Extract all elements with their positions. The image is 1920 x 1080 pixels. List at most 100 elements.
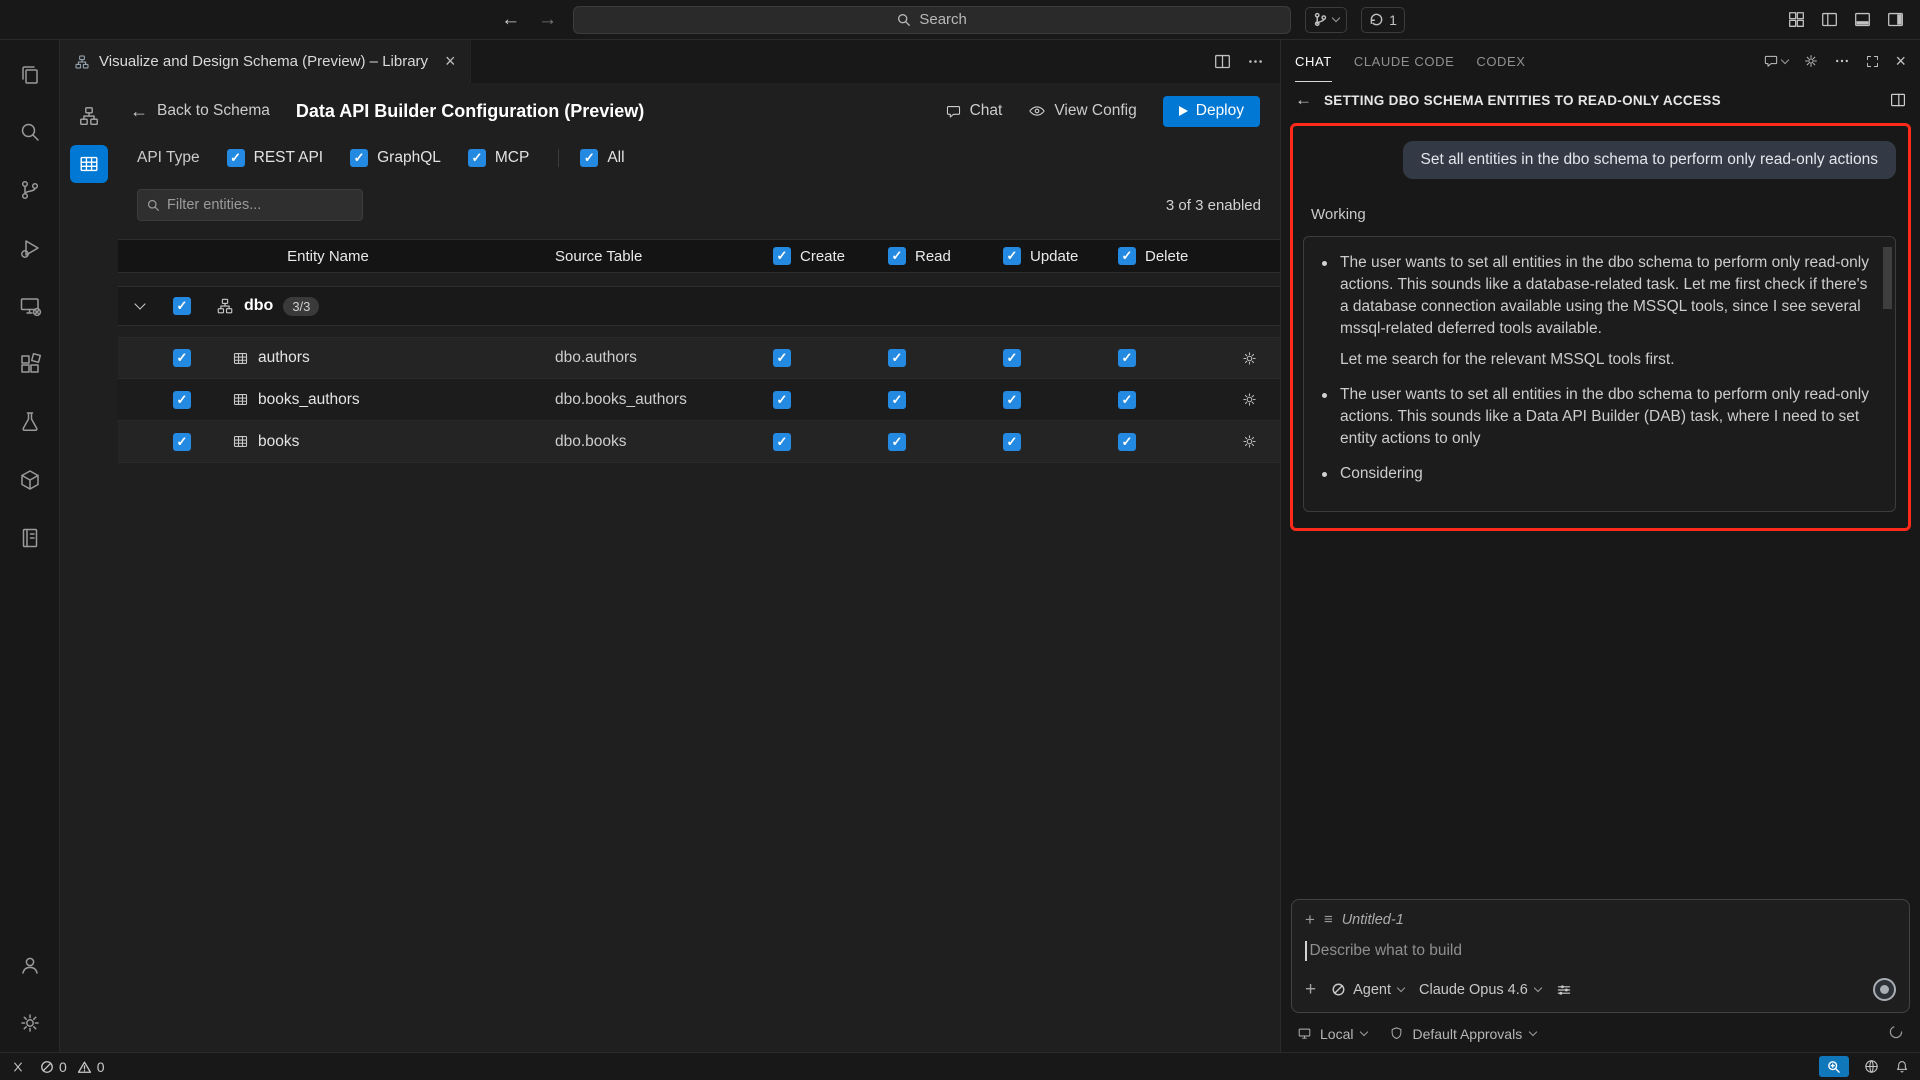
mode-picker[interactable]: Agent bbox=[1331, 982, 1404, 998]
thought-item: The user wants to set all entities in th… bbox=[1322, 252, 1877, 371]
delete-checkbox[interactable] bbox=[1118, 391, 1136, 409]
notifications-bell-icon[interactable] bbox=[1894, 1059, 1910, 1075]
all-checkbox[interactable] bbox=[580, 149, 598, 167]
rest-api-checkbox[interactable] bbox=[227, 149, 245, 167]
tab-visualize-design-schema[interactable]: Visualize and Design Schema (Preview) – … bbox=[60, 40, 471, 83]
api-option-rest[interactable]: REST API bbox=[227, 149, 324, 167]
read-all-checkbox[interactable] bbox=[888, 247, 906, 265]
command-center-search[interactable]: Search bbox=[573, 6, 1291, 34]
attach-icon[interactable]: + bbox=[1305, 980, 1316, 999]
row-checkbox[interactable] bbox=[173, 433, 191, 451]
view-config-button[interactable]: View Config bbox=[1028, 102, 1136, 120]
agent-thinking-box[interactable]: The user wants to set all entities in th… bbox=[1303, 236, 1896, 512]
create-all-checkbox[interactable] bbox=[773, 247, 791, 265]
delete-checkbox[interactable] bbox=[1118, 349, 1136, 367]
update-all-checkbox[interactable] bbox=[1003, 247, 1021, 265]
create-checkbox[interactable] bbox=[773, 391, 791, 409]
create-checkbox[interactable] bbox=[773, 349, 791, 367]
settings-gear-icon[interactable] bbox=[6, 999, 54, 1046]
graphql-checkbox[interactable] bbox=[350, 149, 368, 167]
api-option-all[interactable]: All bbox=[580, 149, 624, 167]
split-editor-icon[interactable] bbox=[1214, 53, 1231, 70]
customize-layout-icon[interactable] bbox=[1788, 11, 1805, 28]
open-in-editor-icon[interactable] bbox=[1890, 92, 1906, 108]
session-counter-button[interactable]: 1 bbox=[1361, 7, 1405, 33]
approvals-picker[interactable]: Default Approvals bbox=[1389, 1026, 1536, 1042]
chat-input-box[interactable]: + ≡ Untitled-1 Describe what to build + … bbox=[1291, 899, 1910, 1013]
schema-graph-view-icon[interactable] bbox=[70, 97, 108, 135]
table-row-books-authors[interactable]: books_authors dbo.books_authors bbox=[118, 379, 1280, 421]
maximize-panel-icon[interactable] bbox=[1865, 54, 1880, 69]
zoom-status-button[interactable] bbox=[1819, 1056, 1849, 1077]
chat-settings-gear-icon[interactable] bbox=[1803, 53, 1819, 69]
tools-filter-icon[interactable] bbox=[1556, 982, 1572, 998]
tab-close-icon[interactable]: × bbox=[445, 51, 456, 72]
filter-entities-input[interactable] bbox=[167, 197, 353, 213]
context-file-chip[interactable]: Untitled-1 bbox=[1342, 912, 1404, 928]
update-checkbox[interactable] bbox=[1003, 349, 1021, 367]
schema-group-checkbox[interactable] bbox=[173, 297, 191, 315]
source-control-icon[interactable] bbox=[6, 166, 54, 213]
notebook-icon[interactable] bbox=[6, 514, 54, 561]
more-actions-icon[interactable] bbox=[1834, 53, 1850, 69]
row-checkbox[interactable] bbox=[173, 349, 191, 367]
filter-entities-field[interactable] bbox=[137, 189, 363, 221]
session-back-icon[interactable]: ← bbox=[1295, 90, 1312, 110]
api-option-mcp[interactable]: MCP bbox=[468, 149, 529, 167]
toggle-panel-icon[interactable] bbox=[1854, 11, 1871, 28]
language-globe-icon[interactable] bbox=[1863, 1058, 1880, 1075]
user-message-bubble: Set all entities in the dbo schema to pe… bbox=[1403, 141, 1897, 179]
voice-input-button[interactable] bbox=[1873, 978, 1896, 1001]
nav-back-button[interactable]: ← bbox=[499, 9, 522, 31]
table-row-authors[interactable]: authors dbo.authors bbox=[118, 337, 1280, 379]
tab-claude-code[interactable]: CLAUDE CODE bbox=[1354, 40, 1455, 82]
mcp-checkbox[interactable] bbox=[468, 149, 486, 167]
table-row-books[interactable]: books dbo.books bbox=[118, 421, 1280, 463]
editor-more-actions-icon[interactable] bbox=[1247, 53, 1264, 70]
add-context-icon[interactable]: + bbox=[1305, 911, 1315, 928]
problems-indicator[interactable]: 0 0 bbox=[40, 1059, 105, 1075]
read-checkbox[interactable] bbox=[888, 391, 906, 409]
search-sidebar-icon[interactable] bbox=[6, 108, 54, 155]
nav-forward-button[interactable]: → bbox=[536, 9, 559, 31]
delete-checkbox[interactable] bbox=[1118, 433, 1136, 451]
delete-all-checkbox[interactable] bbox=[1118, 247, 1136, 265]
run-debug-icon[interactable] bbox=[6, 224, 54, 271]
update-checkbox[interactable] bbox=[1003, 433, 1021, 451]
chat-text-input[interactable]: Describe what to build bbox=[1305, 941, 1896, 961]
environment-picker[interactable]: Local bbox=[1297, 1026, 1367, 1042]
toggle-sidebar-icon[interactable] bbox=[1821, 11, 1838, 28]
row-settings-icon[interactable] bbox=[1241, 433, 1258, 450]
database-projects-icon[interactable] bbox=[6, 456, 54, 503]
deploy-button[interactable]: Deploy bbox=[1163, 96, 1260, 127]
enabled-summary: 3 of 3 enabled bbox=[1166, 197, 1261, 214]
row-settings-icon[interactable] bbox=[1241, 391, 1258, 408]
model-picker[interactable]: Claude Opus 4.6 bbox=[1419, 982, 1541, 998]
extensions-icon[interactable] bbox=[6, 340, 54, 387]
api-config-view-icon[interactable] bbox=[70, 145, 108, 183]
tab-codex[interactable]: CODEX bbox=[1476, 40, 1525, 82]
tab-chat[interactable]: CHAT bbox=[1295, 40, 1332, 82]
titlebar: ← → Search 1 bbox=[0, 0, 1920, 40]
back-to-schema-button[interactable]: ← Back to Schema bbox=[130, 101, 270, 122]
close-panel-icon[interactable]: × bbox=[1895, 52, 1906, 70]
toggle-secondary-sidebar-icon[interactable] bbox=[1887, 11, 1904, 28]
update-checkbox[interactable] bbox=[1003, 391, 1021, 409]
copilot-menu-button[interactable] bbox=[1305, 7, 1347, 33]
account-icon[interactable] bbox=[6, 941, 54, 988]
testing-icon[interactable] bbox=[6, 398, 54, 445]
api-option-graphql[interactable]: GraphQL bbox=[350, 149, 441, 167]
collapse-chevron-icon[interactable] bbox=[134, 298, 145, 309]
remote-explorer-icon[interactable] bbox=[6, 282, 54, 329]
chat-button[interactable]: Chat bbox=[945, 102, 1003, 120]
remote-indicator-icon[interactable] bbox=[10, 1059, 26, 1075]
row-checkbox[interactable] bbox=[173, 391, 191, 409]
row-settings-icon[interactable] bbox=[1241, 350, 1258, 367]
create-checkbox[interactable] bbox=[773, 433, 791, 451]
read-checkbox[interactable] bbox=[888, 433, 906, 451]
schema-group-row[interactable]: dbo 3/3 bbox=[118, 286, 1280, 326]
read-checkbox[interactable] bbox=[888, 349, 906, 367]
new-chat-button[interactable] bbox=[1763, 53, 1788, 69]
explorer-icon[interactable] bbox=[6, 50, 54, 97]
scrollbar-thumb[interactable] bbox=[1883, 247, 1892, 309]
